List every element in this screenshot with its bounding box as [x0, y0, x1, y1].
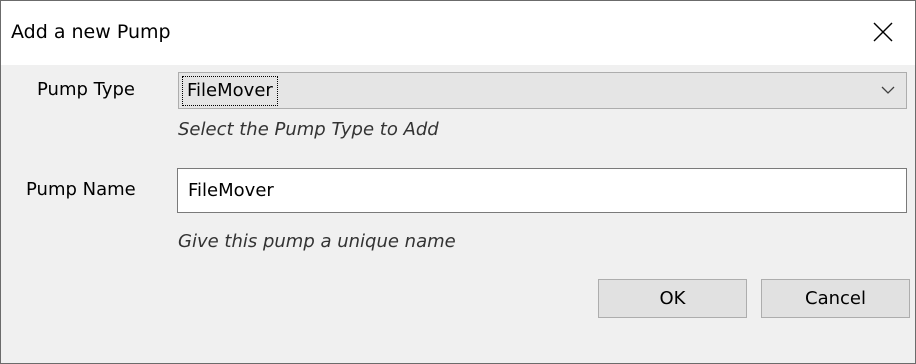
close-button[interactable]: [851, 1, 915, 65]
pump-type-hint: Select the Pump Type to Add: [178, 119, 439, 140]
dropdown-arrow[interactable]: [870, 73, 906, 108]
close-icon: [873, 22, 893, 42]
pump-type-label: Pump Type: [37, 79, 135, 100]
add-pump-dialog: Add a new Pump Pump Type FileMover Selec…: [0, 0, 916, 364]
pump-name-label: Pump Name: [26, 179, 136, 200]
cancel-button[interactable]: Cancel: [761, 279, 910, 318]
pump-name-hint: Give this pump a unique name: [178, 231, 456, 252]
window-title: Add a new Pump: [11, 21, 171, 43]
pump-name-input[interactable]: [177, 168, 907, 213]
chevron-down-icon: [881, 86, 895, 94]
pump-type-selected-value: FileMover: [182, 76, 278, 106]
pump-type-select[interactable]: FileMover: [178, 72, 907, 109]
title-bar: Add a new Pump: [1, 1, 915, 65]
ok-button[interactable]: OK: [598, 279, 747, 318]
